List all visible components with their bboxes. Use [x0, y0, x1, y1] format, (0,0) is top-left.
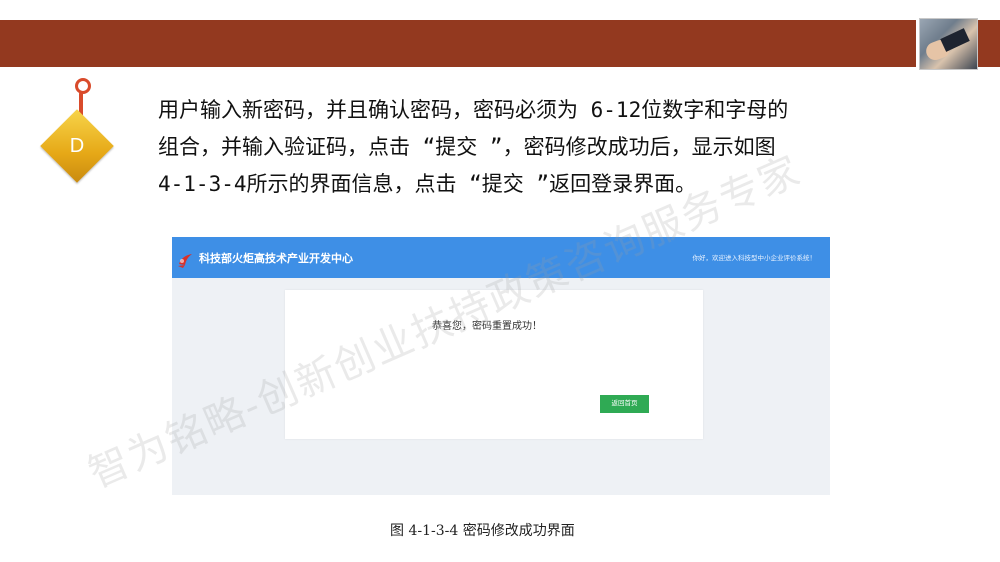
body-paragraph: 用户输入新密码，并且确认密码，密码必须为 6-12位数字和字母的 组合，并输入验…: [158, 92, 928, 203]
site-title: 科技部火炬高技术产业开发中心: [199, 253, 353, 265]
return-home-button[interactable]: 返回首页: [600, 395, 649, 413]
badge-letter: D: [69, 135, 85, 157]
success-message: 恭喜您，密码重置成功！: [432, 321, 542, 332]
slide-photo-icon: [919, 18, 978, 70]
paragraph-line: 用户输入新密码，并且确认密码，密码必须为 6-12位数字和字母的: [158, 98, 789, 122]
phone-shape: [940, 28, 970, 52]
paragraph-line: 组合，并输入验证码，点击 “提交 ”，密码修改成功后，显示如图: [158, 135, 776, 159]
screenshot-header: 科技部火炬高技术产业开发中心 你好，欢迎进入科技型中小企业评价系统！: [172, 237, 830, 278]
top-decor-band-right: [978, 20, 1000, 67]
torch-logo-icon: [178, 254, 192, 268]
top-decor-band: [0, 20, 916, 67]
paragraph-line: 4-1-3-4所示的界面信息，点击 “提交 ”返回登录界面。: [158, 172, 697, 196]
badge-pin-icon: D: [40, 78, 127, 190]
embedded-screenshot: 科技部火炬高技术产业开发中心 你好，欢迎进入科技型中小企业评价系统！ 恭喜您，密…: [172, 237, 830, 495]
success-card: 恭喜您，密码重置成功！ 返回首页: [285, 290, 703, 439]
welcome-text: 你好，欢迎进入科技型中小企业评价系统！: [692, 255, 817, 262]
badge-ring: [75, 78, 91, 94]
figure-caption: 图 4-1-3-4 密码修改成功界面: [390, 523, 575, 539]
